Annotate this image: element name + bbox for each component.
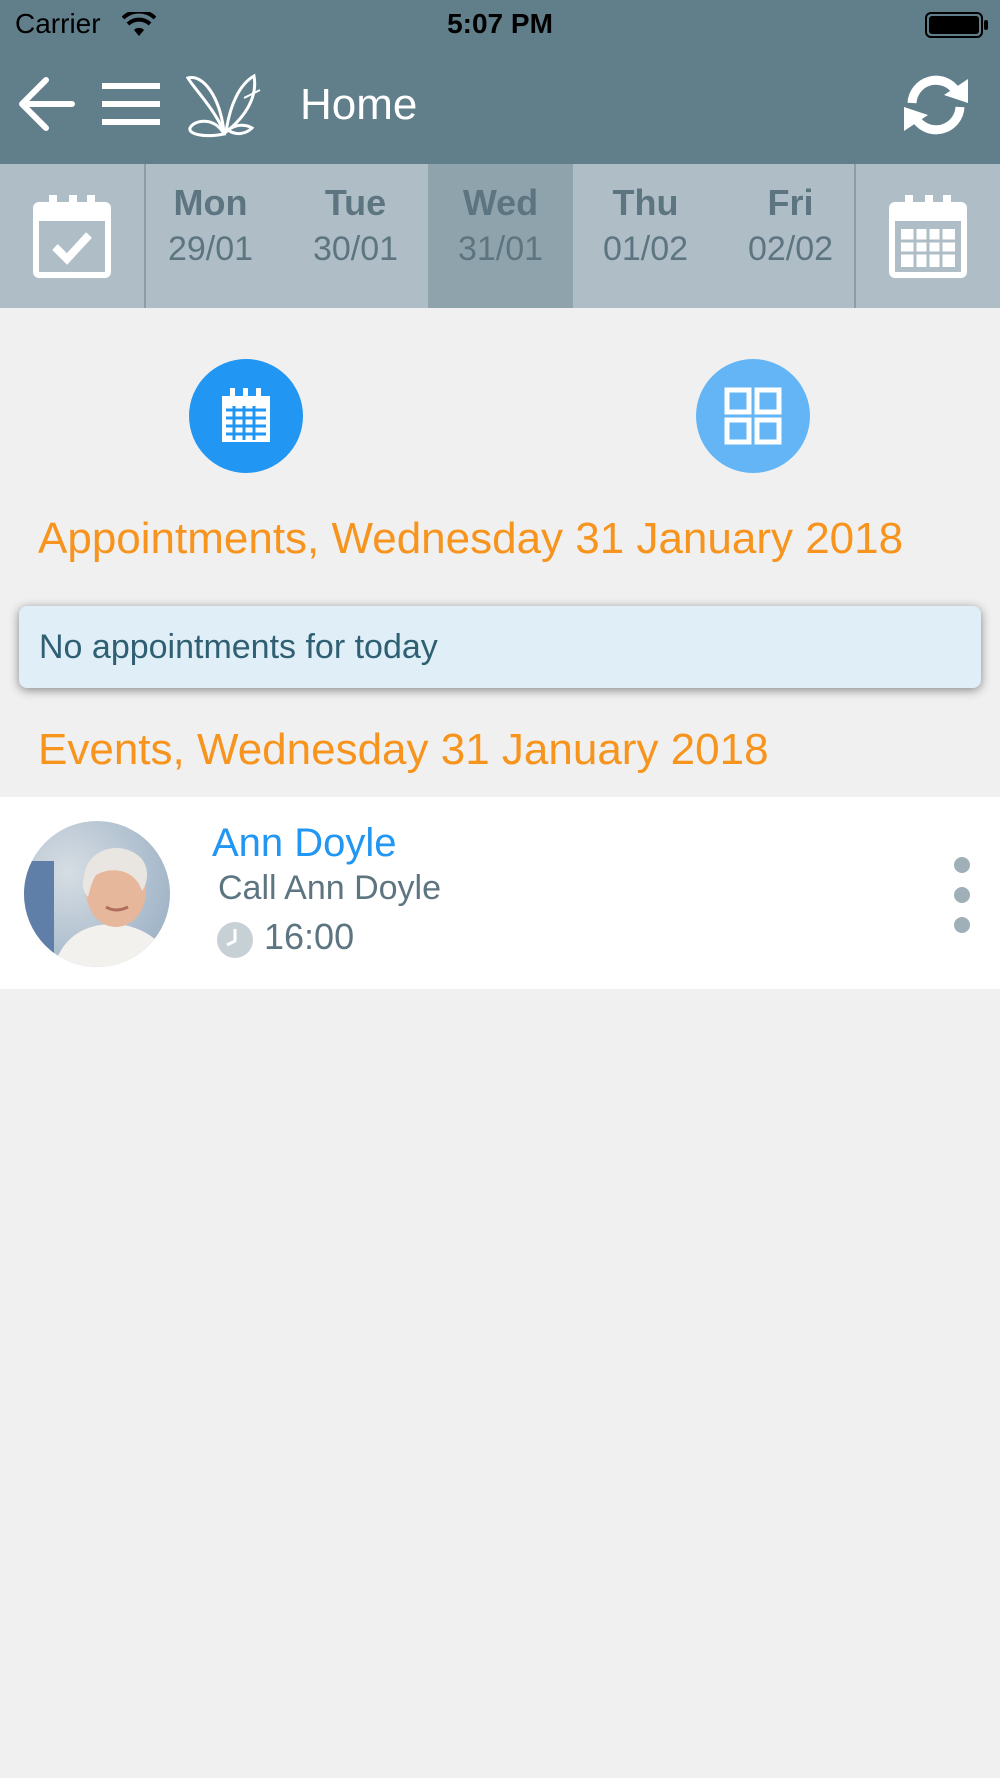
butterfly-logo — [184, 68, 262, 142]
avatar — [24, 821, 170, 967]
week-strip: Mon 29/01 Tue 30/01 Wed 31/01 Thu 01/02 … — [0, 164, 1000, 308]
day-wed[interactable]: Wed 31/01 — [428, 164, 573, 308]
day-thu[interactable]: Thu 01/02 — [573, 164, 718, 308]
more-options-button[interactable] — [944, 857, 980, 933]
no-appointments-card: No appointments for today — [19, 606, 981, 688]
day-fri[interactable]: Fri 02/02 — [718, 164, 863, 308]
page-title: Home — [300, 80, 418, 129]
contact-photo — [24, 821, 170, 967]
appointments-heading: Appointments, Wednesday 31 January 2018 — [38, 514, 904, 563]
day-mon[interactable]: Mon 29/01 — [138, 164, 283, 308]
battery-icon — [925, 12, 988, 38]
event-time-group: 16:00 — [216, 915, 354, 959]
hamburger-menu-icon — [102, 83, 160, 125]
calendar-grid-icon — [889, 195, 967, 278]
calendar-icon — [222, 388, 270, 442]
status-time: 5:07 PM — [447, 8, 553, 39]
event-item[interactable]: Ann Doyle Call Ann Doyle 16:00 — [0, 797, 1000, 989]
no-appointments-message: No appointments for today — [39, 627, 438, 666]
nav-bar: Home — [0, 50, 1000, 164]
grid-view-button[interactable] — [696, 359, 810, 473]
clock-icon — [217, 922, 253, 958]
back-button[interactable] — [14, 72, 78, 136]
month-calendar-button[interactable] — [854, 164, 1000, 308]
events-heading: Events, Wednesday 31 January 2018 — [38, 725, 769, 774]
calendar-check-icon — [33, 195, 111, 278]
sync-button[interactable] — [896, 72, 976, 138]
more-dot-icon — [954, 887, 970, 903]
back-arrow-icon — [19, 77, 75, 131]
more-dot-icon — [954, 857, 970, 873]
event-time: 16:00 — [264, 916, 355, 957]
top-bar: Carrier 5:07 PM Home — [0, 0, 1000, 164]
more-dot-icon — [954, 917, 970, 933]
grid-icon — [724, 387, 782, 445]
status-bar: Carrier 5:07 PM — [0, 0, 1000, 50]
day-tue[interactable]: Tue 30/01 — [283, 164, 428, 308]
menu-button[interactable] — [100, 72, 162, 136]
today-calendar-button[interactable] — [0, 164, 146, 308]
event-contact-name[interactable]: Ann Doyle — [212, 821, 397, 866]
butterfly-logo-icon — [185, 73, 261, 138]
calendar-view-button[interactable] — [189, 359, 303, 473]
sync-icon — [904, 75, 968, 135]
event-description: Call Ann Doyle — [218, 869, 442, 907]
